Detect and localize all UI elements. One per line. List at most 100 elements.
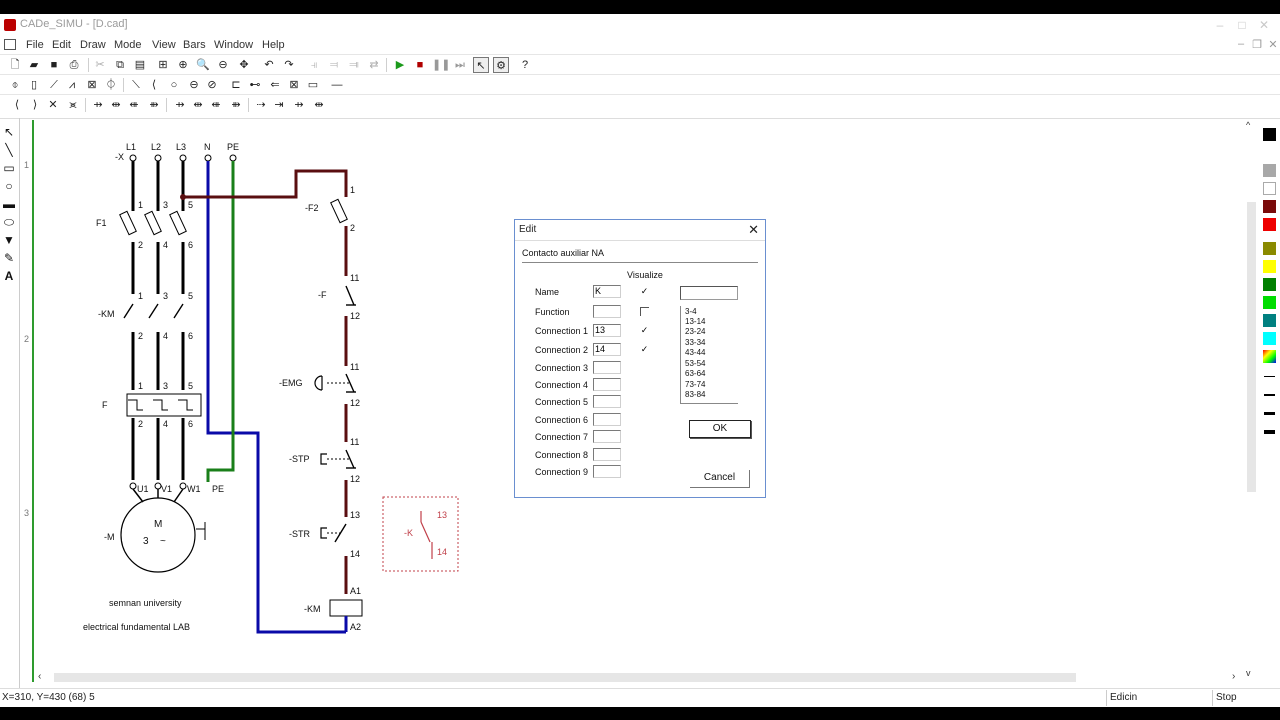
palette-color[interactable] (1263, 242, 1276, 255)
ok-button[interactable]: OK (689, 420, 751, 438)
connection-5-input[interactable] (593, 395, 621, 408)
contact-nc-icon[interactable]: ⟨ (146, 77, 162, 93)
double-contact-icon[interactable]: ⪤ (65, 97, 81, 113)
select-arrow-icon[interactable]: ↖ (1, 124, 17, 140)
selector-3pos-icon[interactable]: ⇺ (208, 97, 224, 113)
contact-pair-list[interactable]: 3-4 13-14 23-24 33-34 43-44 53-54 63-64 … (680, 306, 738, 404)
function-input[interactable] (593, 305, 621, 318)
text-tool-icon[interactable]: A (1, 268, 17, 284)
menu-window[interactable]: Window (214, 39, 253, 51)
align-center-icon[interactable]: ⫤ (326, 57, 342, 73)
palette-color[interactable] (1263, 128, 1276, 141)
pair-option[interactable]: 53-54 (685, 359, 705, 369)
close-icon[interactable]: ✕ (1254, 17, 1274, 33)
circle-icon[interactable]: ○ (1, 178, 17, 194)
palette-color[interactable] (1263, 314, 1276, 327)
play-icon[interactable]: ▶ (392, 57, 408, 73)
scroll-up-icon[interactable]: ^ (1246, 120, 1250, 130)
ellipse-icon[interactable]: ⬭ (1, 214, 17, 230)
limit-no-icon[interactable]: ⇢ (253, 97, 269, 113)
pen-icon[interactable]: ✎ (1, 250, 17, 266)
zoom-icon[interactable]: 🔍 (195, 57, 211, 73)
scroll-left-icon[interactable]: ‹ (38, 671, 41, 682)
cut-icon[interactable]: ✂ (92, 57, 108, 73)
selector-nc-icon[interactable]: ⇹ (190, 97, 206, 113)
zoom-in-icon[interactable]: ⊕ (175, 57, 191, 73)
maximize-icon[interactable]: □ (1232, 17, 1252, 33)
palette-color[interactable] (1263, 218, 1276, 231)
mdi-restore-icon[interactable]: ❐ (1250, 38, 1264, 51)
box-icon[interactable]: ⊠ (286, 77, 302, 93)
simulation-mode-icon[interactable]: ⚙ (493, 57, 509, 73)
push-mushroom-icon[interactable]: ⇻ (146, 97, 162, 113)
connection-1-visible-checkbox[interactable]: ✓ (640, 326, 649, 335)
no-contact-icon[interactable]: ⟩ (27, 97, 43, 113)
help-icon[interactable]: ? (517, 57, 533, 73)
connection-4-input[interactable] (593, 378, 621, 391)
pair-option[interactable]: 33-34 (685, 338, 705, 348)
palette-color[interactable] (1263, 278, 1276, 291)
menu-draw[interactable]: Draw (80, 39, 106, 51)
float-switch-icon[interactable]: ⇸ (291, 97, 307, 113)
key-switch-icon[interactable]: ⇻ (228, 97, 244, 113)
motor-icon[interactable]: ⏀ (103, 77, 119, 93)
document-icon[interactable] (4, 39, 16, 50)
contact-pair-input[interactable] (680, 286, 738, 300)
function-visible-checkbox[interactable] (640, 307, 649, 316)
redo-icon[interactable]: ↷ (281, 57, 297, 73)
fuse-icon[interactable]: ⌽ (7, 77, 23, 93)
dialog-title-bar[interactable]: Edit ✕ (515, 220, 765, 241)
print-icon[interactable]: ⎙ (66, 57, 82, 73)
horizontal-scroll-thumb[interactable] (54, 673, 1076, 682)
pair-option[interactable]: 23-24 (685, 327, 705, 337)
zoom-page-icon[interactable]: ⊞ (155, 57, 171, 73)
cross-contact-icon[interactable]: ✕ (45, 97, 61, 113)
rectangle-icon[interactable]: ▭ (1, 160, 17, 176)
menu-help[interactable]: Help (262, 39, 285, 51)
connector-icon[interactable]: ⊷ (247, 77, 263, 93)
zoom-out-icon[interactable]: ⊖ (215, 57, 231, 73)
pair-option[interactable]: 3-4 (685, 307, 697, 317)
distribute-icon[interactable]: ⇄ (366, 57, 382, 73)
filled-rect-icon[interactable]: ▬ (1, 196, 17, 212)
connection-2-visible-checkbox[interactable]: ✓ (640, 345, 649, 354)
block-icon[interactable]: ▭ (305, 77, 321, 93)
connection-1-input[interactable]: 13 (593, 324, 621, 337)
line-icon[interactable]: — (329, 77, 345, 93)
pair-option[interactable]: 83-84 (685, 390, 705, 400)
palette-color[interactable] (1263, 296, 1276, 309)
wire-icon[interactable]: ⊏ (228, 77, 244, 93)
connection-3-input[interactable] (593, 361, 621, 374)
connection-7-input[interactable] (593, 430, 621, 443)
connection-2-input[interactable]: 14 (593, 343, 621, 356)
pause-icon[interactable]: ❚❚ (432, 57, 450, 73)
edit-mode-icon[interactable]: ↖ (473, 57, 489, 73)
name-visible-checkbox[interactable]: ✓ (640, 287, 649, 296)
palette-color[interactable] (1263, 182, 1276, 195)
scroll-right-icon[interactable]: › (1232, 671, 1235, 682)
horizontal-scrollbar[interactable]: ‹ › (34, 670, 1244, 685)
connection-8-input[interactable] (593, 448, 621, 461)
step-icon[interactable]: ⏭ (452, 57, 468, 73)
menu-view[interactable]: View (152, 39, 176, 51)
menu-bars[interactable]: Bars (183, 39, 206, 51)
draw-line-icon[interactable]: ╲ (1, 142, 17, 158)
scroll-down-icon[interactable]: v (1246, 668, 1251, 678)
mdi-minimize-icon[interactable]: – (1234, 38, 1248, 50)
pair-option[interactable]: 13-14 (685, 317, 705, 327)
terminal-icon[interactable]: ⇐ (267, 77, 283, 93)
pan-icon[interactable]: ✥ (236, 57, 252, 73)
palette-color[interactable] (1263, 260, 1276, 273)
vertical-scrollbar[interactable]: ^ v (1244, 118, 1259, 682)
lamp-icon[interactable]: ○ (166, 77, 182, 93)
pair-option[interactable]: 73-74 (685, 380, 705, 390)
dialog-close-icon[interactable]: ✕ (748, 222, 759, 238)
paste-icon[interactable]: ▤ (132, 57, 148, 73)
nc-contact-icon[interactable]: ⟨ (9, 97, 25, 113)
align-right-icon[interactable]: ⫥ (346, 57, 362, 73)
copy-icon[interactable]: ⧉ (112, 57, 128, 73)
save-icon[interactable]: ■ (46, 57, 62, 73)
undo-icon[interactable]: ↶ (261, 57, 277, 73)
minimize-icon[interactable]: – (1210, 17, 1230, 33)
vertical-scroll-thumb[interactable] (1247, 202, 1256, 492)
